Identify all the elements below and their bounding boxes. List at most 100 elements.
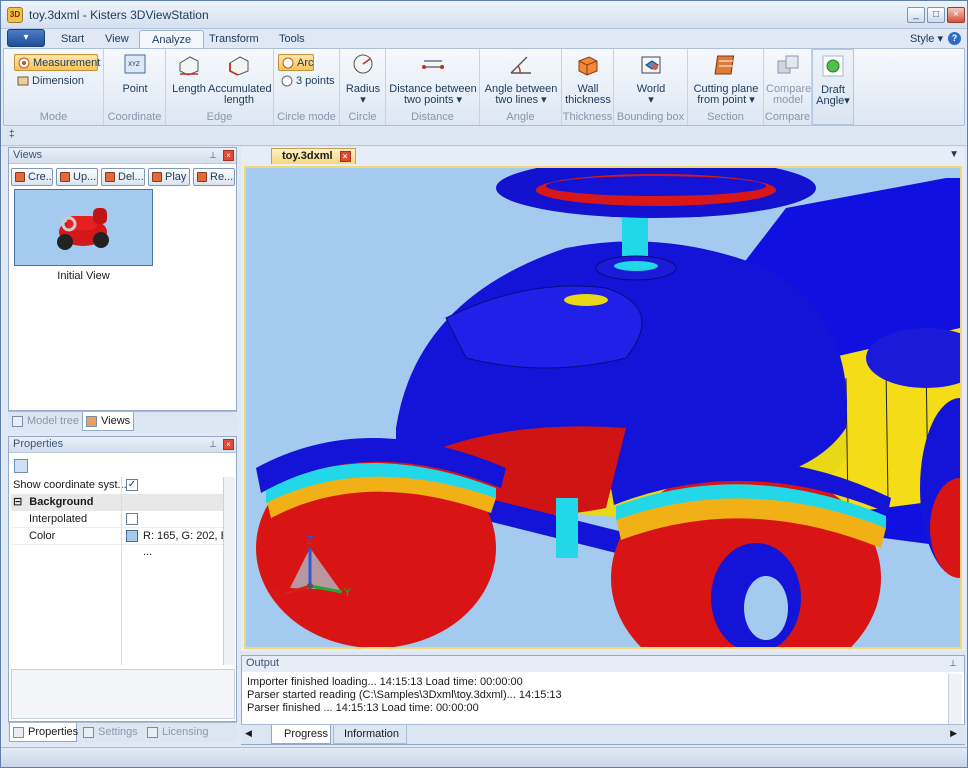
show-coordinate-system-label: Show coordinate syst... bbox=[13, 479, 127, 491]
color-value[interactable]: R: 165, G: 202, B: ... bbox=[143, 528, 233, 560]
point-button[interactable]: XYZ Point bbox=[110, 53, 160, 95]
compare-model-icon bbox=[777, 55, 799, 74]
wall-thickness-icon bbox=[578, 56, 598, 76]
scroll-left-icon[interactable]: ◀ bbox=[245, 728, 252, 739]
play-views-button[interactable]: Play bbox=[148, 168, 190, 186]
interpolated-checkbox[interactable] bbox=[126, 513, 138, 525]
properties-scrollbar[interactable] bbox=[223, 477, 235, 665]
output-line: Parser started reading (C:\Samples\3Dxml… bbox=[247, 689, 562, 701]
point-icon: XYZ bbox=[124, 54, 146, 74]
create-view-button[interactable]: Cre... bbox=[11, 168, 53, 186]
properties-tab-label: Properties bbox=[28, 726, 79, 738]
cutting-plane-label-2: from point bbox=[697, 94, 747, 106]
model-tree-icon bbox=[12, 416, 23, 427]
tab-transform[interactable]: Transform bbox=[197, 30, 271, 49]
style-menu[interactable]: Style ▾ bbox=[910, 32, 943, 45]
group-distance: Distance between two points ▾ Distance bbox=[386, 49, 480, 125]
tab-model-tree[interactable]: Model tree bbox=[9, 412, 81, 431]
world-bounding-box-button[interactable]: World ▾ bbox=[626, 53, 676, 106]
group-label-distance: Distance bbox=[411, 111, 454, 123]
minimize-icon[interactable]: _ bbox=[907, 7, 925, 23]
update-view-button[interactable]: Up... bbox=[56, 168, 98, 186]
tab-licensing[interactable]: Licensing bbox=[144, 723, 210, 742]
group-label-thickness: Thickness bbox=[562, 111, 613, 123]
app-icon[interactable]: 3D bbox=[7, 7, 23, 23]
properties-sort-icon[interactable] bbox=[14, 459, 28, 473]
show-coordinate-system-checkbox[interactable]: ✓ bbox=[126, 479, 138, 491]
restore-view-icon bbox=[197, 172, 207, 182]
accumulated-length-button[interactable]: Accumulated length bbox=[208, 53, 272, 106]
compare-model-button[interactable]: Compare model bbox=[766, 53, 811, 106]
close-icon[interactable]: × bbox=[223, 150, 234, 161]
group-mode: Measurement Dimension Mode bbox=[4, 49, 104, 125]
dimension-icon bbox=[17, 76, 29, 86]
information-tab-label: Information bbox=[344, 728, 400, 740]
tab-views[interactable]: Views bbox=[82, 412, 134, 431]
group-label-edge: Edge bbox=[206, 111, 233, 123]
angle-icon bbox=[510, 56, 531, 74]
ribbon-panel: Measurement Dimension Mode XYZ Point Coo… bbox=[3, 48, 965, 126]
pin-icon[interactable]: ⊥ bbox=[208, 150, 218, 161]
arc-button[interactable]: Arc bbox=[278, 54, 314, 71]
three-points-button[interactable]: 3 points bbox=[278, 73, 336, 90]
document-tab[interactable]: toy.3dxml × bbox=[271, 148, 356, 164]
document-list-dropdown-icon[interactable]: ▼ bbox=[949, 149, 959, 160]
close-icon[interactable]: × bbox=[223, 439, 234, 450]
restore-view-button[interactable]: Re... bbox=[193, 168, 235, 186]
application-menu-button[interactable]: ▾ bbox=[7, 29, 45, 47]
restore-view-label: Re... bbox=[210, 171, 234, 183]
delete-view-button[interactable]: Del... bbox=[101, 168, 145, 186]
3d-viewport[interactable]: Z X Y bbox=[244, 166, 962, 649]
wall-thickness-button[interactable]: Wall thickness bbox=[564, 53, 612, 106]
tab-start[interactable]: Start bbox=[49, 30, 96, 49]
tab-settings[interactable]: Settings bbox=[80, 723, 142, 742]
color-swatch[interactable] bbox=[126, 530, 138, 542]
background-group-label: Background bbox=[29, 496, 94, 508]
group-thickness: Wall thickness Thickness bbox=[562, 49, 614, 125]
output-scrollbar[interactable] bbox=[948, 674, 962, 724]
dimension-label: Dimension bbox=[32, 75, 84, 87]
radius-button[interactable]: Radius ▾ bbox=[344, 53, 382, 106]
draft-angle-icon bbox=[822, 55, 844, 77]
close-document-icon[interactable]: × bbox=[339, 151, 351, 162]
tab-information[interactable]: Information bbox=[333, 725, 407, 744]
update-view-label: Up... bbox=[73, 171, 97, 183]
three-points-label: 3 points bbox=[296, 75, 335, 87]
create-view-icon bbox=[15, 172, 25, 182]
licensing-icon bbox=[147, 727, 158, 738]
cutting-plane-button[interactable]: Cutting plane from point ▾ bbox=[690, 53, 762, 106]
views-tab-icon bbox=[86, 416, 97, 427]
help-icon[interactable]: ? bbox=[948, 32, 961, 45]
group-circle: Radius ▾ Circle bbox=[340, 49, 386, 125]
document-tab-label: toy.3dxml bbox=[282, 150, 333, 162]
pin-icon[interactable]: ⊥ bbox=[208, 439, 218, 450]
measurement-button[interactable]: Measurement bbox=[14, 54, 100, 71]
quick-access-customize-icon[interactable]: ‡ bbox=[9, 129, 15, 140]
views-panel-title: Views bbox=[13, 149, 43, 161]
pin-icon[interactable]: ⊥ bbox=[948, 658, 958, 669]
draft-angle-button[interactable]: Draft Angle▾ bbox=[813, 54, 853, 107]
tab-tools[interactable]: Tools bbox=[267, 30, 317, 49]
dimension-button[interactable]: Dimension bbox=[14, 73, 98, 90]
tab-progress[interactable]: Progress bbox=[271, 725, 331, 744]
initial-view-thumbnail[interactable] bbox=[14, 189, 153, 266]
radius-icon bbox=[353, 54, 373, 74]
tab-properties[interactable]: Properties bbox=[9, 723, 79, 742]
collapse-icon[interactable]: ⊟ bbox=[11, 496, 22, 508]
scroll-right-icon[interactable]: ▶ bbox=[950, 728, 957, 739]
window-title: toy.3dxml - Kisters 3DViewStation bbox=[29, 8, 209, 22]
angle-between-lines-button[interactable]: Angle between two lines ▾ bbox=[482, 53, 560, 106]
color-label: Color bbox=[29, 530, 56, 542]
maximize-icon[interactable]: □ bbox=[927, 7, 945, 23]
tab-analyze[interactable]: Analyze bbox=[139, 30, 205, 49]
arc-icon bbox=[282, 57, 294, 69]
background-group-row[interactable]: ⊟ Background bbox=[11, 494, 233, 511]
group-section: Cutting plane from point ▾ Section bbox=[688, 49, 764, 125]
close-icon[interactable]: × bbox=[947, 7, 965, 23]
tab-view[interactable]: View bbox=[93, 30, 141, 49]
interpolated-label: Interpolated bbox=[29, 513, 88, 525]
length-button[interactable]: Length bbox=[170, 53, 208, 95]
property-grid-divider bbox=[121, 477, 122, 665]
group-label-compare: Compare bbox=[764, 111, 811, 123]
distance-between-points-button[interactable]: Distance between two points ▾ bbox=[388, 53, 478, 106]
